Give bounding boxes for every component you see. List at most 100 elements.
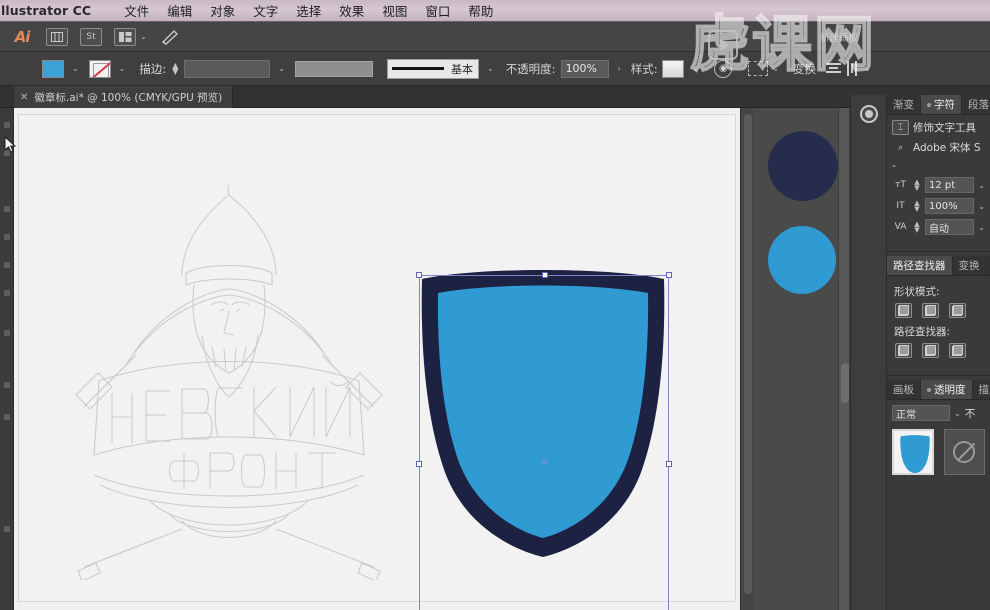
font-family-row[interactable]: ⌕ Adobe 宋体 S <box>892 140 985 155</box>
scrollbar-thumb[interactable] <box>744 114 752 594</box>
panel-divider-1 <box>887 251 990 252</box>
align-caret-icon[interactable]: ⌄ <box>864 64 871 73</box>
panel-dock-icon-strip[interactable] <box>850 95 886 610</box>
stroke-weight-stepper[interactable]: ▲ ▼ <box>170 61 180 75</box>
font-size-row[interactable]: ᴛT ▲ ▼ 12 pt ⌄ <box>892 177 985 193</box>
tab-character[interactable]: 字符 <box>921 95 962 114</box>
align-horizontal-icon[interactable] <box>826 61 842 76</box>
artboard[interactable] <box>18 114 736 610</box>
arrange-caret-icon[interactable]: ⌄ <box>140 32 147 41</box>
intersect-button[interactable] <box>949 303 966 318</box>
menu-item-select[interactable]: 选择 <box>287 1 330 20</box>
no-mask-icon <box>953 441 976 463</box>
unite-button[interactable] <box>895 303 912 318</box>
canvas-vertical-scrollbar[interactable] <box>740 108 754 610</box>
font-family-value[interactable]: Adobe 宋体 S <box>913 140 981 155</box>
trim-button[interactable] <box>922 343 939 358</box>
close-icon[interactable]: ✕ <box>20 92 28 103</box>
blend-mode-caret-icon[interactable]: ⌄ <box>954 409 961 418</box>
kerning-stepper[interactable]: ▲ ▼ <box>913 221 921 234</box>
menu-item-type[interactable]: 文字 <box>244 1 287 20</box>
menu-item-window[interactable]: 窗口 <box>416 1 459 20</box>
color-swatch-column[interactable]: ◤ <box>754 108 850 610</box>
font-size-caret-icon[interactable]: ⌄ <box>978 181 985 190</box>
vertical-scale-row[interactable]: IT ▲ ▼ 100% ⌄ <box>892 198 985 214</box>
recolor-artwork-icon[interactable]: ◉ <box>714 59 733 78</box>
tool-icon-7[interactable] <box>4 330 10 336</box>
opacity-arrow-icon[interactable]: › <box>618 64 621 73</box>
menu-item-view[interactable]: 视图 <box>373 1 416 20</box>
tab-stroke[interactable]: 描 <box>973 380 990 399</box>
shield-artwork[interactable] <box>408 267 678 557</box>
menu-item-object[interactable]: 对象 <box>201 1 244 20</box>
tab-transparency[interactable]: 透明度 <box>921 380 973 399</box>
mask-thumbnail[interactable] <box>943 429 985 475</box>
stroke-profile-input[interactable] <box>294 60 373 77</box>
brush-caret-icon[interactable]: ⌄ <box>487 64 494 73</box>
fill-caret-icon[interactable]: ⌄ <box>72 64 79 73</box>
vertical-scale-input[interactable]: 100% <box>925 198 975 214</box>
transform-label[interactable]: 变换 <box>793 61 816 77</box>
touch-type-tool-icon[interactable]: ⌶ <box>892 120 909 135</box>
kerning-caret-icon[interactable]: ⌄ <box>978 223 985 232</box>
style-caret-icon[interactable]: ⌄ <box>692 64 699 73</box>
select-similar-caret-icon[interactable]: ⌄ <box>772 64 779 73</box>
swatch-circle-navy[interactable] <box>768 131 838 201</box>
minus-front-button[interactable] <box>922 303 939 318</box>
tool-icon-9[interactable] <box>4 414 10 420</box>
tool-icon-8[interactable] <box>4 382 10 388</box>
tab-gradient-label: 渐变 <box>893 99 914 111</box>
vertical-scale-stepper[interactable]: ▲ ▼ <box>913 200 921 213</box>
align-vertical-icon[interactable] <box>845 61 860 76</box>
select-similar-icon[interactable] <box>748 61 769 76</box>
tools-panel-strip[interactable] <box>0 108 14 610</box>
bridge-icon[interactable] <box>46 27 68 46</box>
menu-item-edit[interactable]: 编辑 <box>158 1 201 20</box>
brush-icon[interactable] <box>159 28 181 46</box>
tab-paragraph[interactable]: 段落 <box>962 95 990 114</box>
tab-pathfinder[interactable]: 路径查找器 <box>887 256 953 275</box>
menu-item-help[interactable]: 帮助 <box>459 1 502 20</box>
stroke-caret-icon[interactable]: ⌄ <box>119 64 126 73</box>
kerning-row[interactable]: VA ▲ ▼ 自动 ⌄ <box>892 219 985 235</box>
stroke-weight-caret-icon[interactable]: ⌄ <box>278 64 285 73</box>
menu-item-file[interactable]: 文件 <box>115 1 158 20</box>
tool-icon-5[interactable] <box>4 262 10 268</box>
fill-color-swatch[interactable] <box>42 59 64 78</box>
tab-transform-label: 变换 <box>958 260 980 272</box>
stroke-color-swatch[interactable] <box>88 59 111 78</box>
font-size-input[interactable]: 12 pt <box>925 177 975 193</box>
swatch-column-scrollbar[interactable] <box>838 108 850 610</box>
opacity-label: 不透明度: <box>505 61 556 76</box>
opacity-input[interactable]: 100% <box>560 59 609 78</box>
brush-definition-dropdown[interactable]: 基本 <box>386 58 479 79</box>
tool-icon-1[interactable] <box>4 122 10 128</box>
arrange-documents-icon[interactable] <box>114 27 136 46</box>
stroke-weight-input[interactable] <box>184 59 271 78</box>
merge-button[interactable] <box>949 343 966 358</box>
document-tab[interactable]: ✕ 徽章标.ai* @ 100% (CMYK/GPU 预览) <box>14 86 234 108</box>
touch-type-row[interactable]: ⌶ 修饰文字工具 <box>892 120 985 135</box>
tab-artboards[interactable]: 画板 <box>887 380 921 399</box>
swatch-circle-blue[interactable] <box>768 226 836 294</box>
kerning-input[interactable]: 自动 <box>925 219 975 235</box>
font-size-stepper[interactable]: ▲ ▼ <box>913 179 921 192</box>
tool-icon-3[interactable] <box>4 206 10 212</box>
tab-transform[interactable]: 变换 <box>953 256 987 275</box>
font-style-row[interactable]: - <box>892 160 985 172</box>
color-guide-icon[interactable] <box>860 105 878 123</box>
tab-gradient[interactable]: 渐变 <box>887 95 921 114</box>
blend-mode-row[interactable]: 正常 ⌄ 不 <box>892 405 985 421</box>
graphic-style-swatch[interactable] <box>661 59 684 78</box>
tool-icon-6[interactable] <box>4 290 10 296</box>
canvas-area[interactable] <box>14 108 740 610</box>
swatch-scrollbar-thumb[interactable] <box>841 363 849 403</box>
blend-mode-select[interactable]: 正常 <box>892 405 950 421</box>
artwork-thumbnail[interactable] <box>892 429 934 475</box>
vertical-scale-caret-icon[interactable]: ⌄ <box>978 202 985 211</box>
menu-item-effect[interactable]: 效果 <box>330 1 373 20</box>
tool-icon-4[interactable] <box>4 234 10 240</box>
tool-icon-10[interactable] <box>4 526 10 532</box>
divide-button[interactable] <box>895 343 912 358</box>
stock-icon[interactable]: St <box>80 27 102 46</box>
